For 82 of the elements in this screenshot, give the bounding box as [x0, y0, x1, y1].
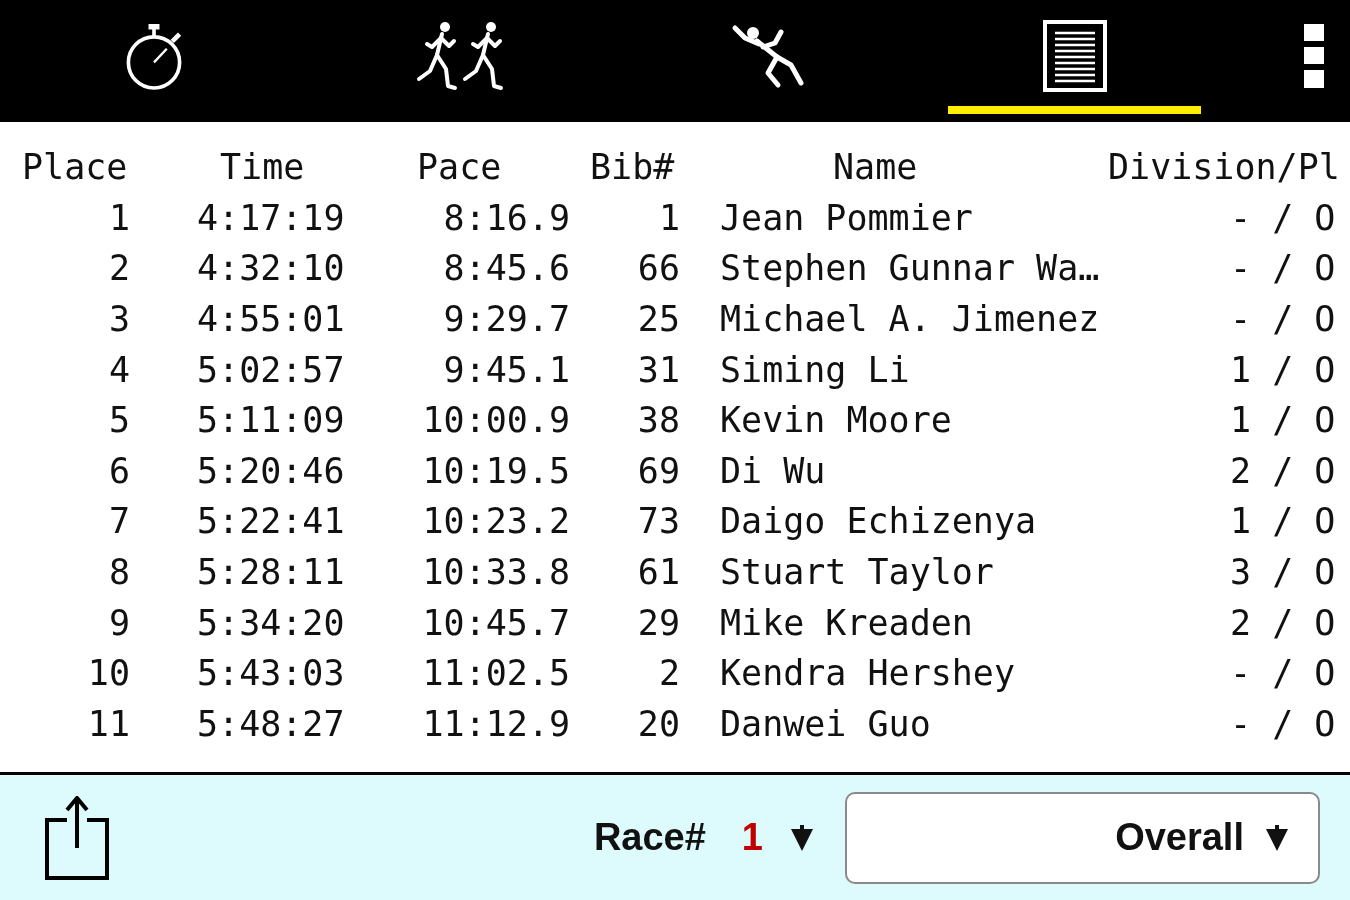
table-cell: Jean Pommier [720, 197, 973, 238]
column-header: Time [220, 147, 305, 188]
table-cell: 5:43:03 [197, 653, 345, 694]
table-cell: Kendra Hershey [720, 653, 1015, 694]
table-cell: 20 [637, 703, 680, 744]
table-cell: 5:20:46 [197, 450, 345, 491]
column-header: Pace [417, 147, 502, 188]
table-cell: Stuart Taylor [720, 551, 994, 592]
share-button[interactable] [45, 795, 109, 880]
more-icon [1304, 24, 1324, 88]
table-cell: 2 / O [1230, 450, 1336, 491]
list-icon [1042, 20, 1107, 92]
table-cell: 38 [637, 400, 680, 441]
table-cell: 1 [658, 197, 680, 238]
table-cell: 61 [637, 551, 680, 592]
table-cell: 9:29.7 [443, 298, 570, 339]
column-header: Name [833, 147, 918, 188]
table-cell: 5 [108, 400, 130, 441]
caret-icon [1266, 824, 1288, 851]
table-cell: 10:33.8 [422, 551, 570, 592]
table-cell: 3 / O [1230, 551, 1336, 592]
table-cell: 7 [108, 501, 130, 542]
table-cell: 5:34:20 [197, 602, 345, 643]
table-cell: Daigo Echizenya [720, 501, 1037, 542]
table-cell: 5:22:41 [197, 501, 345, 542]
table-cell: - / O [1230, 248, 1336, 289]
table-cell: 4:17:19 [197, 197, 345, 238]
table-cell: 2 / O [1230, 602, 1336, 643]
table-cell: 9 [108, 602, 130, 643]
table-cell: 6 [108, 450, 130, 491]
table-cell: 25 [637, 298, 680, 339]
share-icon [45, 795, 109, 880]
table-cell: 4:32:10 [197, 248, 345, 289]
sprinter-icon [730, 23, 805, 89]
table-cell: 5:11:09 [197, 400, 345, 441]
table-cell: 10:23.2 [422, 501, 570, 542]
table-cell: Mike Kreaden [720, 602, 973, 643]
table-cell: 5:02:57 [197, 349, 345, 390]
table-cell: 3 [108, 298, 130, 339]
table-cell: 1 [108, 197, 130, 238]
table-cell: 5:48:27 [197, 703, 345, 744]
table-cell: 10:19.5 [422, 450, 570, 491]
table-cell: Siming Li [720, 349, 910, 390]
table-cell: 1 / O [1230, 501, 1336, 542]
table-cell: Di Wu [720, 450, 826, 491]
table-cell: 10 [87, 653, 130, 694]
table-cell: 31 [637, 349, 680, 390]
race-number-spinner[interactable]: 1 [741, 816, 813, 859]
table-cell: 8:45.6 [443, 248, 570, 289]
table-cell: 1 / O [1230, 400, 1336, 441]
table-cell: 29 [637, 602, 680, 643]
table-cell: Danwei Guo [720, 703, 931, 744]
table-cell: Stephen Gunnar Wa… [720, 248, 1100, 289]
table-cell: 11 [87, 703, 130, 744]
table-cell: 66 [637, 248, 680, 289]
table-cell: - / O [1230, 298, 1336, 339]
table-cell: 5:28:11 [197, 551, 345, 592]
table-cell: 9:45.1 [443, 349, 570, 390]
table-cell: 4 [108, 349, 130, 390]
table-cell: - / O [1230, 703, 1336, 744]
table-cell: 11:02.5 [422, 653, 570, 694]
table-cell: Kevin Moore [720, 400, 952, 441]
table-cell: 10:00.9 [422, 400, 570, 441]
table-cell: 8:16.9 [443, 197, 570, 238]
table-cell: 8 [108, 551, 130, 592]
category-dropdown[interactable]: Overall [845, 791, 1320, 884]
race-label: Race# [593, 816, 706, 859]
table-cell: 2 [658, 653, 680, 694]
table-cell: Michael A. Jimenez [720, 298, 1100, 339]
column-header: Division/Pl [1108, 147, 1340, 188]
table-cell: - / O [1230, 197, 1336, 238]
table-cell: 2 [108, 248, 130, 289]
table-cell: - / O [1230, 653, 1336, 694]
column-header: Bib# [590, 147, 675, 188]
table-cell: 4:55:01 [197, 298, 345, 339]
column-header: Place [22, 147, 128, 188]
table-cell: 73 [637, 501, 680, 542]
table-cell: 11:12.9 [422, 703, 570, 744]
table-cell: 1 / O [1230, 349, 1336, 390]
table-cell: 69 [637, 450, 680, 491]
table-cell: 10:45.7 [422, 602, 570, 643]
caret-icon [791, 824, 813, 851]
